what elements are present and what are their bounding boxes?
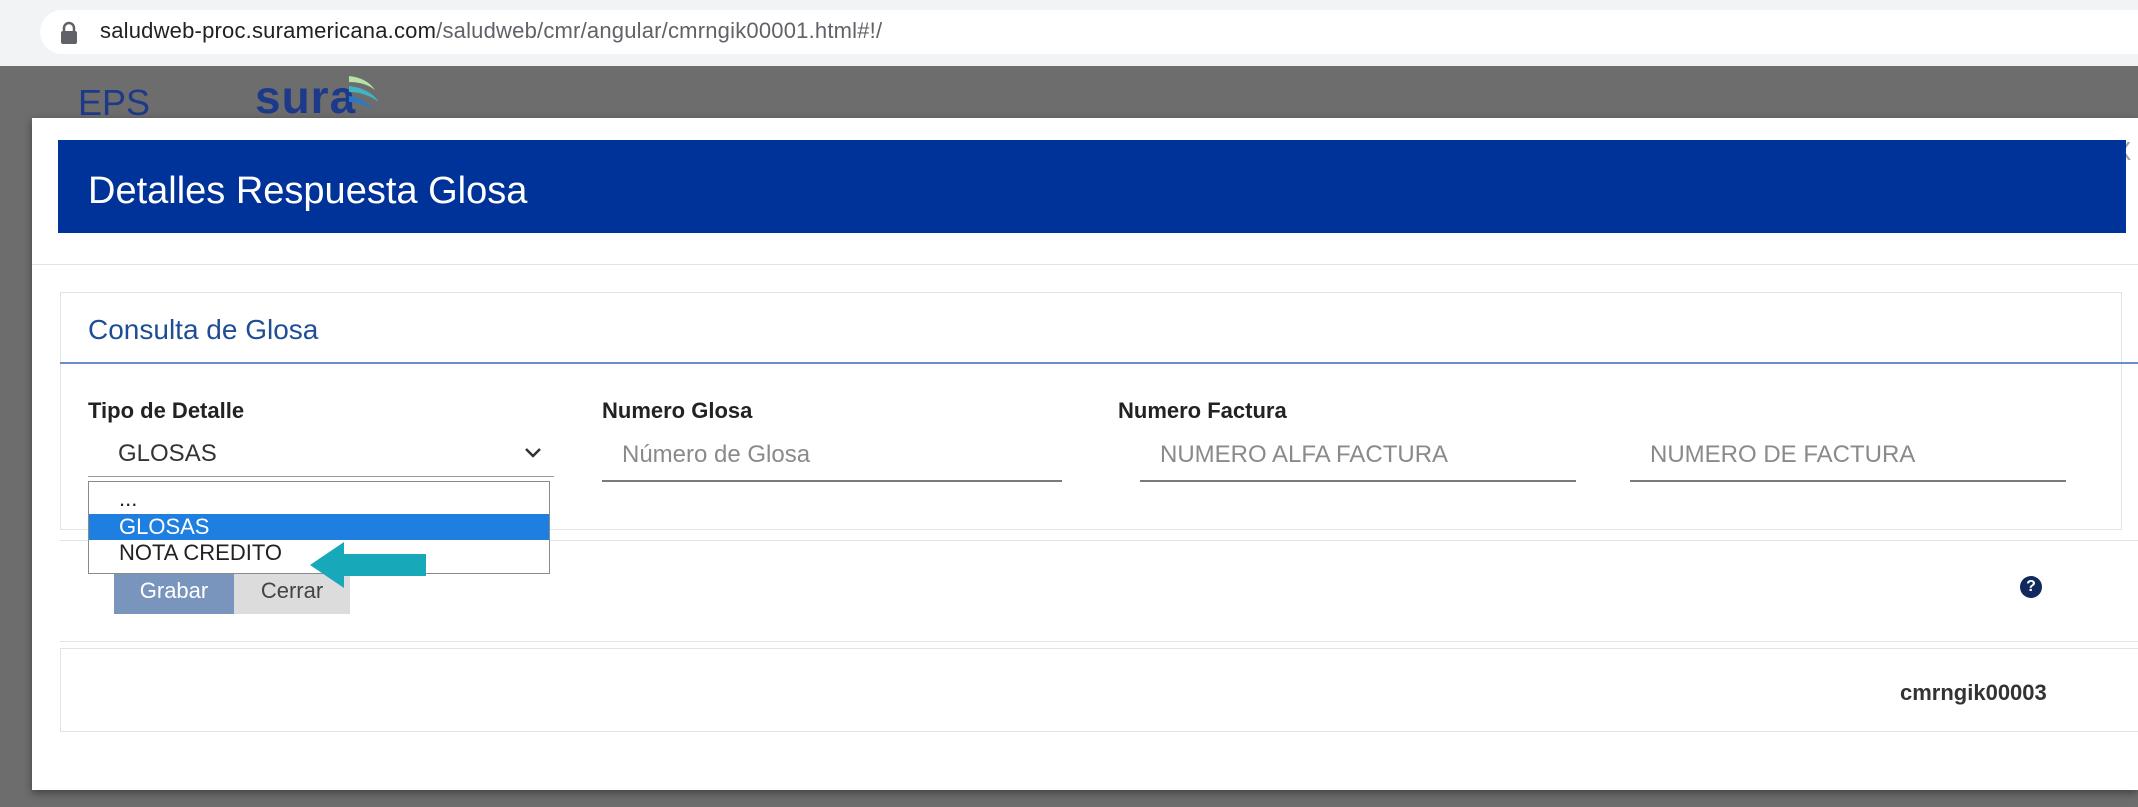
footer-panel [60, 648, 2138, 732]
numero-glosa-label: Numero Glosa [602, 398, 753, 423]
save-button[interactable]: Grabar [114, 568, 234, 614]
numero-alfa-factura-input[interactable] [1140, 430, 1576, 482]
chevron-down-icon [525, 448, 541, 458]
url-host: saludweb-proc.suramericana.com [100, 18, 437, 43]
modal-title: Detalles Respuesta Glosa [88, 170, 528, 212]
question-circle-icon[interactable]: ? [2020, 576, 2042, 598]
arrow-pointer-icon [310, 542, 426, 588]
header-divider [32, 264, 2138, 265]
panel-title: Consulta de Glosa [88, 314, 319, 345]
numero-factura-label: Numero Factura [1118, 398, 1287, 423]
numero-glosa-input[interactable] [602, 430, 1062, 482]
sura-logo: sura [255, 71, 357, 123]
page-code: cmrngik00003 [1900, 680, 2047, 705]
sura-swoosh-icon [349, 76, 379, 110]
url-text[interactable]: saludweb-proc.suramericana.com/saludweb/… [100, 18, 882, 44]
lock-icon [61, 21, 77, 44]
dropdown-option-glosas[interactable]: GLOSAS [89, 514, 549, 540]
numero-factura-input[interactable] [1630, 430, 2066, 482]
tipo-detalle-value: GLOSAS [118, 440, 217, 467]
panel-title-rule [60, 362, 2138, 364]
tipo-detalle-label: Tipo de Detalle [88, 398, 245, 423]
url-path: /saludweb/cmr/angular/cmrngik00001.html#… [436, 18, 883, 43]
dropdown-option-empty[interactable]: ... [89, 486, 549, 512]
